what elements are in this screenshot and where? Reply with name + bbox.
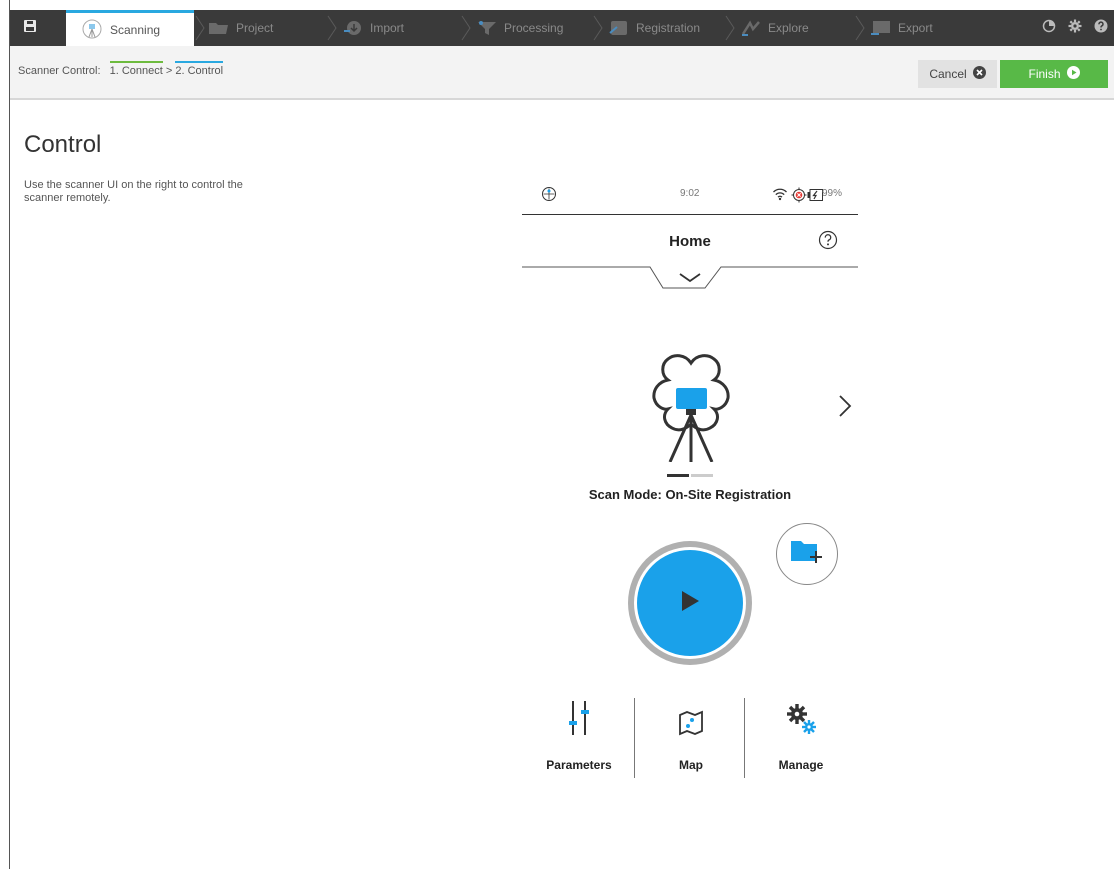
tab-separator-chevron-icon bbox=[725, 15, 735, 41]
scanner-mode-icon[interactable] bbox=[646, 352, 736, 467]
tab-label: Export bbox=[898, 21, 933, 35]
cancel-button-label: Cancel bbox=[929, 67, 967, 81]
tab-scanning[interactable]: Scanning bbox=[66, 10, 194, 46]
finish-button[interactable]: Finish bbox=[1000, 60, 1108, 88]
tab-label: Registration bbox=[636, 21, 701, 35]
page-indicator-inactive bbox=[691, 474, 713, 477]
tab-label: Project bbox=[236, 21, 274, 35]
tab-registration[interactable]: Registration bbox=[608, 10, 726, 46]
page-title: Control bbox=[24, 131, 102, 158]
page-indicator bbox=[667, 474, 713, 478]
breadcrumb-step-connect[interactable]: 1. Connect bbox=[109, 61, 163, 77]
floppy-disk-icon bbox=[23, 19, 37, 38]
manage-button[interactable]: Manage bbox=[747, 700, 855, 778]
parameters-button[interactable]: Parameters bbox=[525, 700, 633, 778]
tab-separator-chevron-icon bbox=[855, 15, 865, 41]
new-project-button[interactable] bbox=[776, 523, 838, 585]
scanner-icon bbox=[80, 18, 104, 42]
top-navigation-bar: Scanning Project Import Processing Regis… bbox=[10, 10, 1114, 46]
monitor-export-icon bbox=[870, 19, 892, 37]
scanner-screen-title: Home bbox=[669, 233, 711, 250]
close-circle-icon bbox=[972, 66, 986, 82]
tab-project[interactable]: Project bbox=[208, 10, 326, 46]
help-icon[interactable] bbox=[1094, 19, 1108, 38]
import-icon bbox=[342, 19, 364, 37]
tab-separator-chevron-icon bbox=[461, 15, 471, 41]
top-right-toolbar bbox=[1042, 10, 1114, 46]
map-icon bbox=[676, 709, 706, 742]
folder-icon bbox=[208, 21, 230, 35]
tab-processing[interactable]: Processing bbox=[476, 10, 594, 46]
registration-icon bbox=[608, 19, 630, 37]
help-circle-icon[interactable] bbox=[818, 230, 838, 255]
cancel-button[interactable]: Cancel bbox=[918, 60, 997, 88]
start-scan-button[interactable] bbox=[628, 541, 752, 665]
breadcrumb-label: Scanner Control: bbox=[18, 65, 101, 77]
gear-icon[interactable] bbox=[1068, 19, 1082, 38]
window-left-border bbox=[9, 0, 10, 869]
manage-label: Manage bbox=[778, 758, 824, 772]
chevron-right-icon[interactable] bbox=[838, 393, 852, 424]
parameters-label: Parameters bbox=[546, 758, 612, 772]
play-circle-icon bbox=[1066, 66, 1080, 82]
nav-divider bbox=[744, 698, 745, 778]
tab-separator-chevron-icon bbox=[327, 15, 337, 41]
gears-icon bbox=[783, 701, 819, 742]
finish-button-label: Finish bbox=[1028, 67, 1061, 81]
breadcrumb-step-control[interactable]: 2. Control bbox=[175, 61, 224, 77]
page-indicator-active bbox=[667, 474, 689, 477]
tab-separator-chevron-icon bbox=[593, 15, 603, 41]
scan-mode-label: Scan Mode: On-Site Registration bbox=[588, 487, 792, 502]
tab-explore[interactable]: Explore bbox=[740, 10, 856, 46]
error-target-icon bbox=[791, 187, 807, 208]
folder-add-icon bbox=[789, 537, 825, 572]
compass-icon bbox=[541, 186, 557, 207]
play-icon bbox=[679, 589, 701, 618]
battery-percent: 99% bbox=[822, 188, 843, 199]
tab-export[interactable]: Export bbox=[870, 10, 990, 46]
tab-label: Explore bbox=[768, 21, 809, 35]
breadcrumb-separator: > bbox=[165, 65, 173, 77]
status-divider bbox=[522, 214, 858, 215]
tab-import[interactable]: Import bbox=[342, 10, 460, 46]
wifi-icon bbox=[772, 187, 788, 206]
sliders-icon bbox=[564, 699, 594, 742]
funnel-icon bbox=[476, 19, 498, 37]
start-scan-core bbox=[637, 550, 743, 656]
chevron-down-icon[interactable] bbox=[679, 270, 701, 288]
progress-pie-icon[interactable] bbox=[1042, 19, 1056, 38]
tab-label: Processing bbox=[504, 21, 564, 35]
status-time: 9:02 bbox=[680, 188, 700, 199]
page-description: Use the scanner UI on the right to contr… bbox=[24, 179, 243, 204]
tab-label: Import bbox=[370, 21, 405, 35]
map-button[interactable]: Map bbox=[637, 700, 745, 778]
start-scan-ring bbox=[634, 547, 746, 659]
map-label: Map bbox=[679, 758, 703, 772]
tab-separator-chevron-icon bbox=[195, 15, 205, 41]
battery-charging-icon bbox=[807, 188, 823, 206]
breadcrumb: Scanner Control: 1. Connect > 2. Control bbox=[18, 61, 224, 77]
scanner-control-bar: Scanner Control: 1. Connect > 2. Control… bbox=[10, 46, 1114, 100]
save-button[interactable] bbox=[10, 10, 50, 46]
explore-icon bbox=[740, 19, 762, 37]
tab-label: Scanning bbox=[110, 22, 161, 37]
nav-divider bbox=[634, 698, 635, 778]
